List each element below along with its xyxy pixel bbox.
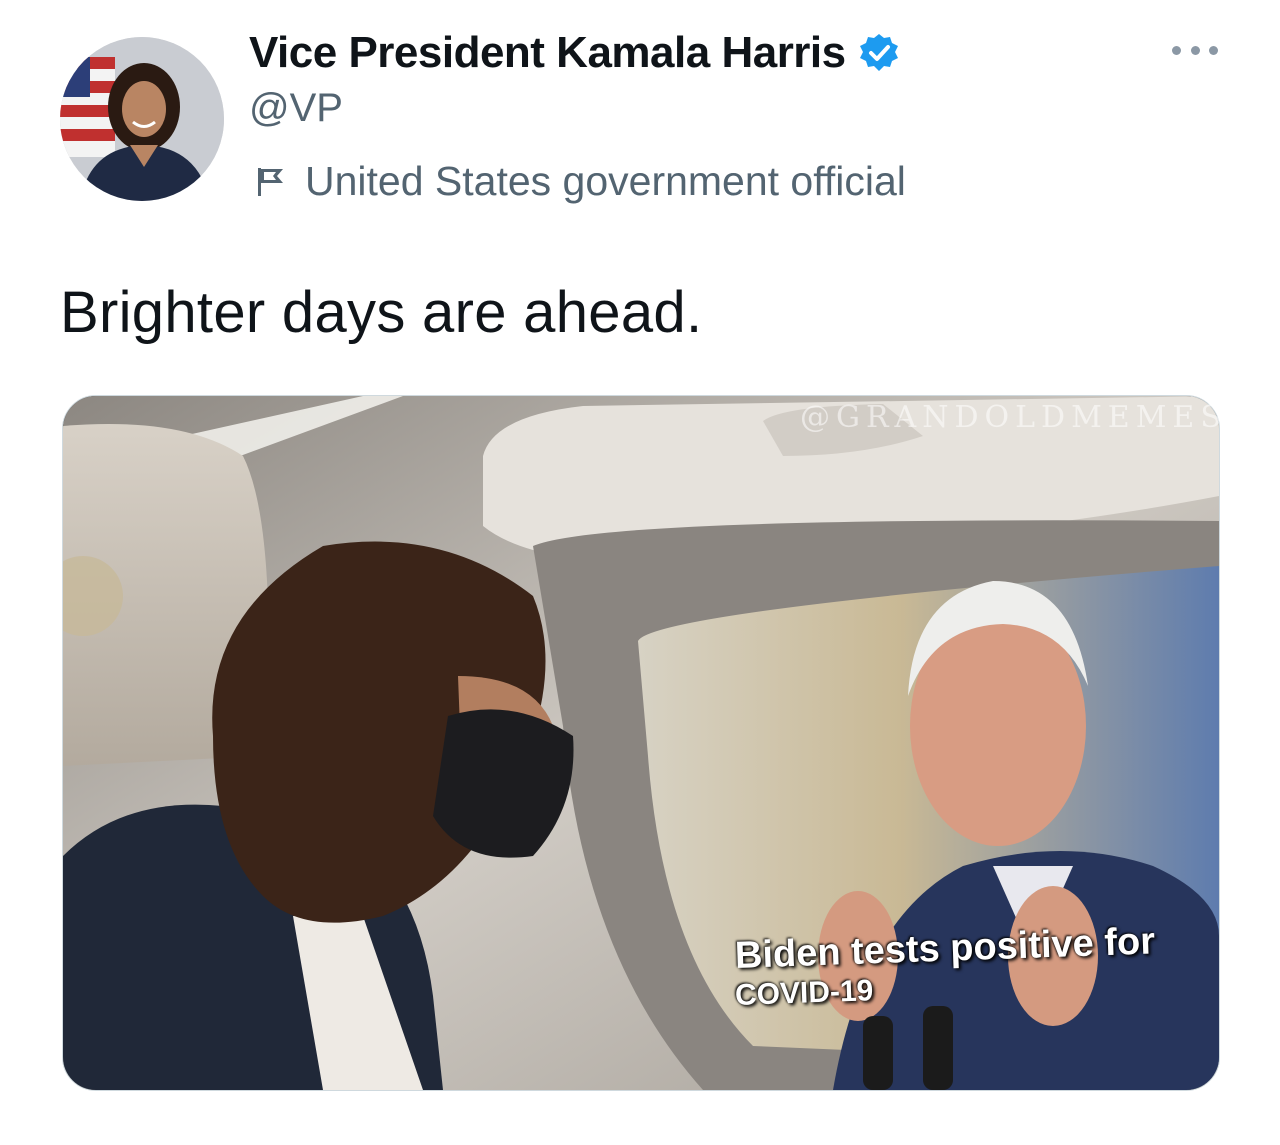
tweet-text: Brighter days are ahead.: [60, 280, 703, 345]
media-caption: Biden tests positive for COVID-19: [734, 920, 1155, 1014]
media-watermark: @GRANDOLDMEMES: [800, 400, 1227, 435]
verified-badge-icon: [858, 32, 900, 74]
author-handle[interactable]: @VP: [249, 86, 343, 131]
avatar-image: [60, 37, 224, 201]
more-options-icon[interactable]: [1172, 38, 1218, 62]
account-label-text: United States government official: [305, 157, 906, 204]
account-label: United States government official: [253, 156, 906, 206]
profile-avatar[interactable]: [60, 37, 224, 201]
author-name-row[interactable]: Vice President Kamala Harris: [249, 26, 900, 80]
display-name[interactable]: Vice President Kamala Harris: [249, 28, 846, 78]
flag-icon: [253, 164, 287, 198]
